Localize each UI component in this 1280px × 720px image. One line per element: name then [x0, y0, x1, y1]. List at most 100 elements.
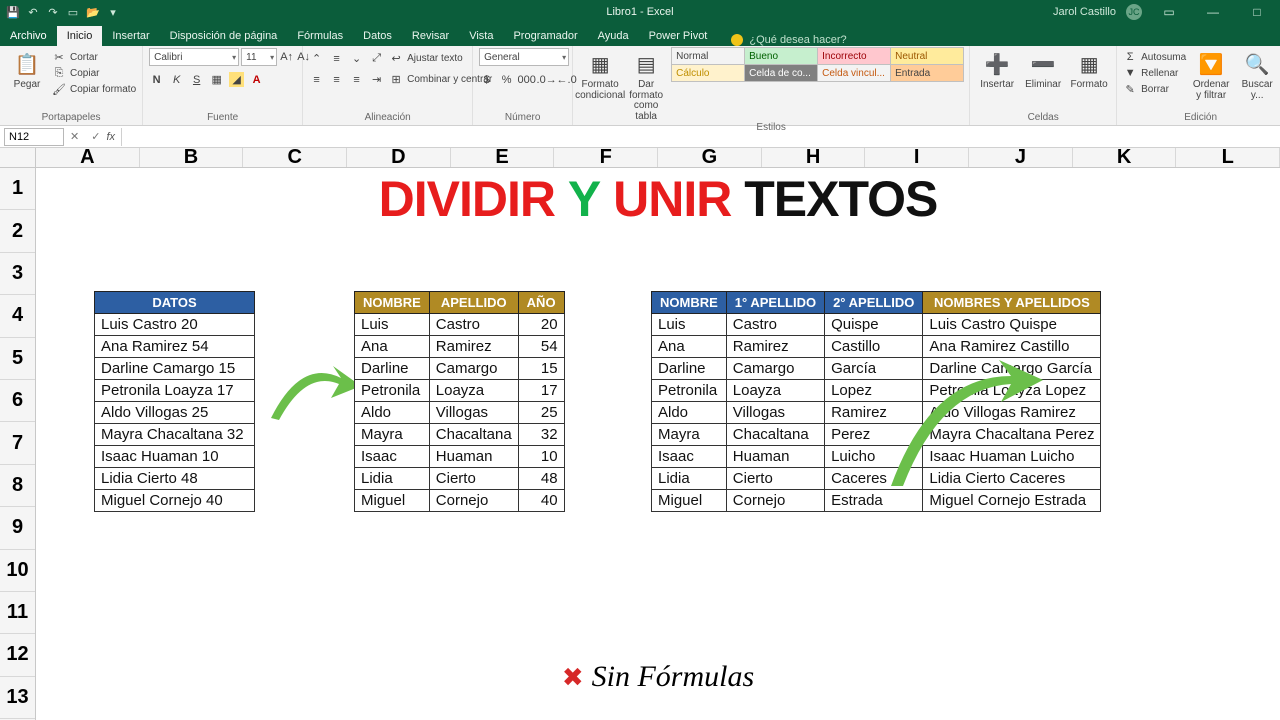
- row-header[interactable]: 7: [0, 422, 35, 464]
- row-header[interactable]: 5: [0, 338, 35, 380]
- fx-icon[interactable]: fx: [106, 131, 115, 143]
- fill-button[interactable]: ▼Rellenar: [1123, 66, 1186, 80]
- border-button[interactable]: ▦: [209, 72, 224, 87]
- row-header[interactable]: 12: [0, 634, 35, 676]
- align-bottom-icon[interactable]: ⌄: [349, 51, 364, 66]
- tab-data[interactable]: Datos: [353, 26, 402, 46]
- font-color-button[interactable]: A: [249, 72, 264, 87]
- tell-me-search[interactable]: ¿Qué desea hacer?: [731, 34, 846, 46]
- currency-icon[interactable]: $: [479, 72, 494, 87]
- tab-powerpivot[interactable]: Power Pivot: [639, 26, 718, 46]
- row-header[interactable]: 10: [0, 550, 35, 592]
- autosum-button[interactable]: ΣAutosuma: [1123, 50, 1186, 64]
- underline-button[interactable]: S: [189, 72, 204, 87]
- user-name[interactable]: Jarol Castillo: [1053, 6, 1116, 18]
- style-calc[interactable]: Cálculo: [671, 64, 745, 82]
- minimize-icon[interactable]: —: [1196, 0, 1230, 24]
- indent-icon[interactable]: ⇥: [369, 72, 384, 87]
- copy-button[interactable]: ⎘Copiar: [52, 66, 136, 80]
- ribbon-options-icon[interactable]: ▭: [1152, 0, 1186, 24]
- row-header[interactable]: 1: [0, 168, 35, 210]
- tab-view[interactable]: Vista: [459, 26, 503, 46]
- orientation-icon[interactable]: ⤢: [369, 51, 384, 66]
- undo-icon[interactable]: ↶: [26, 5, 40, 19]
- style-normal[interactable]: Normal: [671, 47, 745, 65]
- col-header[interactable]: E: [451, 148, 555, 167]
- col-header[interactable]: I: [865, 148, 969, 167]
- paste-button[interactable]: 📋 Pegar: [6, 48, 48, 91]
- bold-button[interactable]: N: [149, 72, 164, 87]
- style-check[interactable]: Celda de co...: [744, 64, 818, 82]
- delete-cells-button[interactable]: ➖Eliminar: [1022, 48, 1064, 91]
- col-header[interactable]: G: [658, 148, 762, 167]
- find-button[interactable]: 🔍Buscar y...: [1236, 48, 1278, 101]
- row-header[interactable]: 6: [0, 380, 35, 422]
- format-painter-button[interactable]: 🖌Copiar formato: [52, 82, 136, 96]
- col-header[interactable]: A: [36, 148, 140, 167]
- redo-icon[interactable]: ↷: [46, 5, 60, 19]
- inc-decimal-icon[interactable]: .0→: [539, 72, 554, 87]
- worksheet-grid[interactable]: 12345678910111213 DIVIDIR Y UNIR TEXTOS …: [0, 168, 1280, 720]
- row-header[interactable]: 13: [0, 677, 35, 719]
- tab-review[interactable]: Revisar: [402, 26, 459, 46]
- tab-insert[interactable]: Insertar: [102, 26, 159, 46]
- grow-font-icon[interactable]: A↑: [279, 50, 294, 65]
- align-right-icon[interactable]: ≡: [349, 72, 364, 87]
- insert-cells-button[interactable]: ➕Insertar: [976, 48, 1018, 91]
- comma-icon[interactable]: 000: [519, 72, 534, 87]
- wrap-text-button[interactable]: ↩Ajustar texto: [389, 51, 463, 66]
- col-header[interactable]: C: [243, 148, 347, 167]
- tab-formulas[interactable]: Fórmulas: [287, 26, 353, 46]
- align-top-icon[interactable]: ⌃: [309, 51, 324, 66]
- col-header[interactable]: J: [969, 148, 1073, 167]
- col-header[interactable]: L: [1176, 148, 1280, 167]
- save-icon[interactable]: 💾: [6, 5, 20, 19]
- col-header[interactable]: B: [140, 148, 244, 167]
- row-header[interactable]: 3: [0, 253, 35, 295]
- conditional-format-button[interactable]: ▦Formato condicional: [579, 48, 621, 101]
- font-name-select[interactable]: Calibri: [149, 48, 239, 66]
- style-bad[interactable]: Incorrecto: [817, 47, 891, 65]
- col-header[interactable]: H: [762, 148, 866, 167]
- italic-button[interactable]: K: [169, 72, 184, 87]
- col-header[interactable]: F: [554, 148, 658, 167]
- tab-file[interactable]: Archivo: [0, 26, 57, 46]
- formula-input[interactable]: [121, 128, 1280, 146]
- tab-developer[interactable]: Programador: [503, 26, 587, 46]
- col-header[interactable]: D: [347, 148, 451, 167]
- style-good[interactable]: Bueno: [744, 47, 818, 65]
- sort-filter-button[interactable]: 🔽Ordenar y filtrar: [1190, 48, 1232, 101]
- fill-color-button[interactable]: ◢: [229, 72, 244, 87]
- tab-home[interactable]: Inicio: [57, 26, 103, 46]
- format-table-button[interactable]: ▤Dar formato como tabla: [625, 48, 667, 122]
- row-header[interactable]: 9: [0, 507, 35, 549]
- more-icon[interactable]: ▾: [106, 5, 120, 19]
- row-header[interactable]: 4: [0, 295, 35, 337]
- number-format-select[interactable]: General: [479, 48, 569, 66]
- align-middle-icon[interactable]: ≡: [329, 51, 344, 66]
- user-avatar-icon[interactable]: JC: [1126, 4, 1142, 20]
- tab-layout[interactable]: Disposición de página: [160, 26, 288, 46]
- style-input[interactable]: Entrada: [890, 64, 964, 82]
- format-cells-button[interactable]: ▦Formato: [1068, 48, 1110, 91]
- align-left-icon[interactable]: ≡: [309, 72, 324, 87]
- cancel-icon[interactable]: ✕: [70, 130, 79, 143]
- dec-decimal-icon[interactable]: ←.0: [559, 72, 574, 87]
- tab-help[interactable]: Ayuda: [588, 26, 639, 46]
- name-box[interactable]: N12: [4, 128, 64, 146]
- row-header[interactable]: 8: [0, 465, 35, 507]
- enter-icon[interactable]: ✓: [91, 130, 100, 143]
- cell-canvas[interactable]: DIVIDIR Y UNIR TEXTOS DATOS Luis Castro …: [36, 168, 1280, 720]
- col-header[interactable]: K: [1073, 148, 1177, 167]
- cut-button[interactable]: ✂Cortar: [52, 50, 136, 64]
- row-header[interactable]: 2: [0, 210, 35, 252]
- percent-icon[interactable]: %: [499, 72, 514, 87]
- maximize-icon[interactable]: □: [1240, 0, 1274, 24]
- align-center-icon[interactable]: ≡: [329, 72, 344, 87]
- style-neutral[interactable]: Neutral: [890, 47, 964, 65]
- font-size-select[interactable]: 11: [241, 48, 277, 66]
- clear-button[interactable]: ✎Borrar: [1123, 82, 1186, 96]
- style-linked[interactable]: Celda vincul...: [817, 64, 891, 82]
- row-header[interactable]: 11: [0, 592, 35, 634]
- new-icon[interactable]: ▭: [66, 5, 80, 19]
